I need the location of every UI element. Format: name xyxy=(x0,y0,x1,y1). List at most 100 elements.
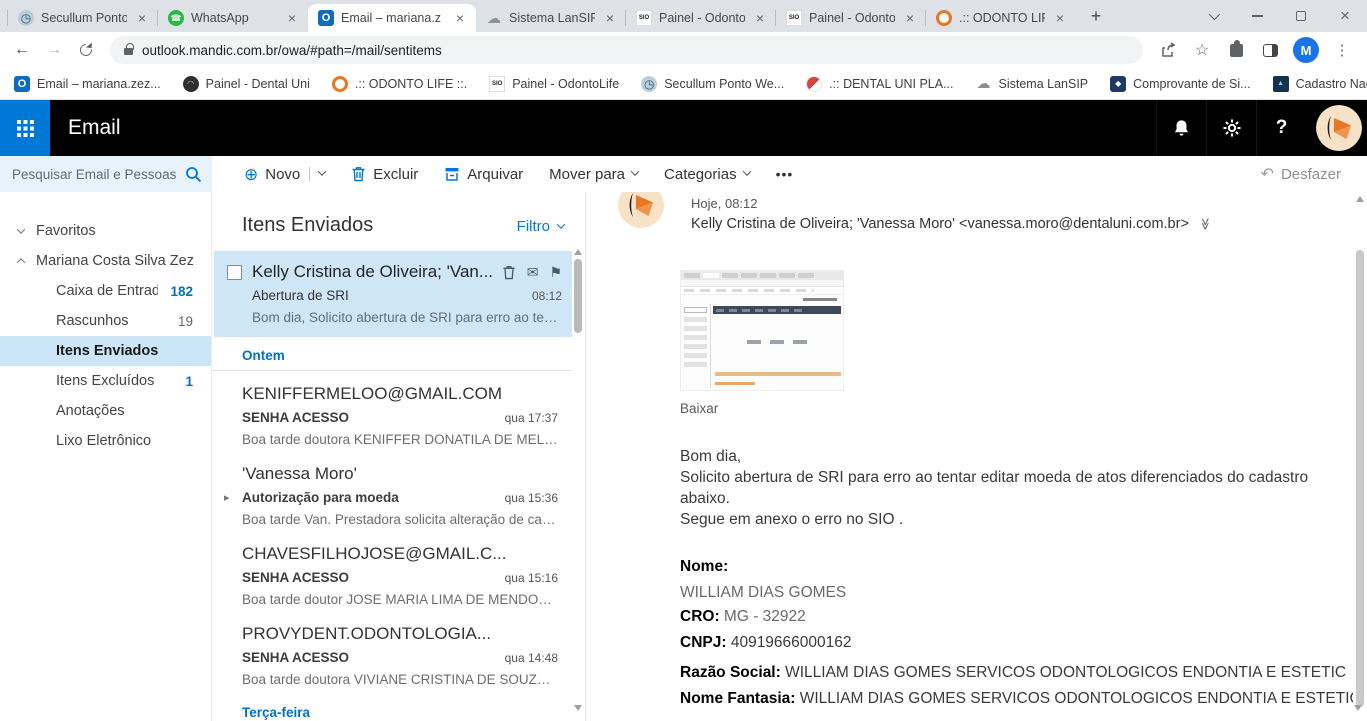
tab-close-icon[interactable] xyxy=(902,10,918,26)
bookmark-cadastro-nacional[interactable]: Cadastro Nacional... xyxy=(1272,75,1367,92)
folder-inbox[interactable]: Caixa de Entrad 182 xyxy=(0,276,211,306)
maximize-button[interactable] xyxy=(1279,0,1323,32)
favorites-group[interactable]: Favoritos xyxy=(0,216,211,246)
tab-painel-odontolife-2[interactable]: Painel - Odontol xyxy=(775,4,926,32)
chevron-down-icon[interactable] xyxy=(318,166,327,176)
extensions-button[interactable] xyxy=(1221,36,1251,64)
account-avatar[interactable] xyxy=(1316,105,1362,151)
forward-button[interactable] xyxy=(40,36,68,64)
move-to-button[interactable]: Mover para xyxy=(549,166,640,183)
outlook-favicon xyxy=(14,75,30,92)
tab-painel-odontolife-1[interactable]: Painel - Odontol xyxy=(625,4,776,32)
message-row[interactable]: 'Vanessa Moro' Autorização para moeda qu… xyxy=(212,451,572,531)
tab-close-icon[interactable] xyxy=(1052,10,1068,26)
scrollbar-thumb[interactable] xyxy=(574,259,582,333)
browser-menu-button[interactable] xyxy=(1327,36,1357,64)
tab-search-button[interactable] xyxy=(1191,0,1235,32)
download-link[interactable]: Baixar xyxy=(680,401,1367,416)
message-row[interactable]: PROVYDENT.ODONTOLOGIA... SENHA ACESSO qu… xyxy=(212,611,572,691)
minimize-button[interactable] xyxy=(1235,0,1279,32)
notifications-button[interactable] xyxy=(1156,100,1206,156)
tab-email-active[interactable]: Email – mariana.z xyxy=(308,4,476,32)
filter-button[interactable]: Filtro xyxy=(517,218,566,235)
archive-button[interactable]: Arquivar xyxy=(444,166,523,183)
tab-lansip[interactable]: Sistema LanSIP xyxy=(476,4,626,32)
bookmark-dental-uni-pla[interactable]: .:: DENTAL UNI PLA... xyxy=(806,75,954,92)
sender-avatar[interactable] xyxy=(618,192,664,228)
body-line: Bom dia, xyxy=(680,448,742,465)
folder-notes[interactable]: Anotações xyxy=(0,396,211,426)
delete-button[interactable]: Excluir xyxy=(351,166,418,183)
back-button[interactable] xyxy=(8,36,36,64)
tab-close-icon[interactable] xyxy=(452,10,468,26)
search-input[interactable] xyxy=(12,166,179,182)
message-row-selected[interactable]: Kelly Cristina de Oliveira; 'Van... Aber… xyxy=(214,251,572,337)
attachment-thumbnail[interactable] xyxy=(680,270,844,391)
tab-close-icon[interactable] xyxy=(752,10,768,26)
folder-junk[interactable]: Lixo Eletrônico xyxy=(0,426,211,456)
browser-profile-avatar[interactable]: M xyxy=(1293,37,1319,63)
reload-button[interactable] xyxy=(72,36,100,64)
chevron-down-icon[interactable] xyxy=(16,225,26,234)
tab-close-icon[interactable] xyxy=(134,10,150,26)
message-row[interactable]: KENIFFERMELOO@GMAIL.COM SENHA ACESSO qua… xyxy=(212,371,572,451)
scrollbar-thumb[interactable] xyxy=(1356,250,1364,707)
message-sender: CHAVESFILHOJOSE@GMAIL.C... xyxy=(242,544,507,563)
close-window-button[interactable] xyxy=(1323,0,1367,32)
url-text[interactable]: outlook.mandic.com.br/owa/#path=/mail/se… xyxy=(142,43,442,58)
search-icon[interactable] xyxy=(185,166,202,183)
tab-label: .:: ODONTO LIFE xyxy=(959,11,1045,25)
mark-read-icon[interactable] xyxy=(527,264,539,281)
browser-window: Secullum Ponto W WhatsApp Email – marian… xyxy=(0,0,1367,721)
new-message-button[interactable]: Novo xyxy=(244,166,327,183)
delete-message-icon[interactable] xyxy=(502,265,516,280)
field-nome: Nome: xyxy=(680,558,729,575)
scroll-up-icon[interactable] xyxy=(1356,196,1364,202)
message-row[interactable]: CHAVESFILHOJOSE@GMAIL.C... SENHA ACESSO … xyxy=(212,531,572,611)
folder-sent-items[interactable]: Itens Enviados xyxy=(0,336,211,366)
app-launcher-button[interactable] xyxy=(0,100,50,156)
bookmark-lansip[interactable]: Sistema LanSIP xyxy=(976,76,1089,92)
expand-headers-icon[interactable] xyxy=(1198,218,1212,231)
account-group[interactable]: Mariana Costa Silva Zezu xyxy=(0,246,211,276)
share-button[interactable] xyxy=(1153,36,1183,64)
undo-button[interactable]: Desfazer xyxy=(1261,156,1367,192)
message-checkbox[interactable] xyxy=(227,264,242,280)
list-scrollbar[interactable] xyxy=(573,245,583,721)
bookmark-button[interactable] xyxy=(1187,36,1217,64)
bookmark-dental-uni[interactable]: Painel - Dental Uni xyxy=(182,75,310,92)
search-box[interactable] xyxy=(0,156,212,192)
folder-drafts[interactable]: Rascunhos 19 xyxy=(0,306,211,336)
bookmark-odonto-life[interactable]: .:: ODONTO LIFE ::. xyxy=(331,75,467,92)
categories-button[interactable]: Categorias xyxy=(664,166,751,183)
app-title: Email xyxy=(68,116,121,139)
reading-scrollbar[interactable] xyxy=(1353,192,1367,721)
chevron-up-icon[interactable] xyxy=(16,258,26,267)
tab-close-icon[interactable] xyxy=(284,10,300,26)
settings-button[interactable] xyxy=(1206,100,1256,156)
new-tab-button[interactable] xyxy=(1082,2,1110,30)
expand-conversation-icon[interactable] xyxy=(224,491,230,504)
help-button[interactable] xyxy=(1256,100,1306,156)
scroll-down-icon[interactable] xyxy=(1354,705,1362,711)
side-panel-button[interactable] xyxy=(1255,36,1285,64)
bookmark-email[interactable]: Email – mariana.zez... xyxy=(14,75,161,92)
archive-label: Arquivar xyxy=(467,165,524,183)
tab-whatsapp[interactable]: WhatsApp xyxy=(157,4,308,32)
flag-icon[interactable] xyxy=(549,264,562,281)
folder-deleted-items[interactable]: Itens Excluídos 1 xyxy=(0,366,211,396)
tab-odonto-life[interactable]: .:: ODONTO LIFE xyxy=(925,4,1076,32)
bookmark-comprovante[interactable]: Comprovante de Si... xyxy=(1110,75,1251,92)
message-sender: PROVYDENT.ODONTOLOGIA... xyxy=(242,624,492,643)
url-field[interactable]: outlook.mandic.com.br/owa/#path=/mail/se… xyxy=(110,36,1143,64)
bookmark-secullum[interactable]: Secullum Ponto We... xyxy=(641,75,784,92)
tab-secullum[interactable]: Secullum Ponto W xyxy=(7,4,158,32)
owa-header: Email xyxy=(0,100,1367,156)
bookmark-painel-odontolife[interactable]: Painel - OdontoLife xyxy=(489,75,619,92)
tab-close-icon[interactable] xyxy=(602,10,618,26)
scroll-up-icon[interactable] xyxy=(574,249,582,255)
more-commands-button[interactable] xyxy=(776,166,794,182)
folder-label: Rascunhos xyxy=(56,313,129,329)
scroll-down-icon[interactable] xyxy=(574,705,582,711)
message-preview: Bom dia, Solicito abertura de SRI para e… xyxy=(252,310,562,325)
